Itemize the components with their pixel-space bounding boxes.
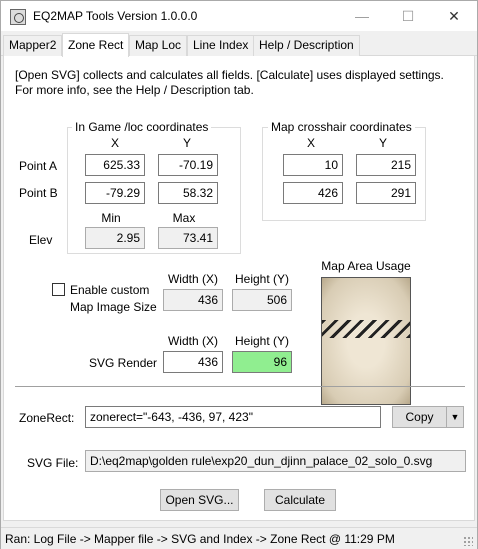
map-image-height-label: Height (Y)	[234, 272, 290, 286]
open-svg-button[interactable]: Open SVG...	[160, 489, 239, 511]
svg-file-field: D:\eq2map\golden rule\exp20_dun_djinn_pa…	[85, 450, 466, 472]
map-image-size-label: Map Image Size	[70, 300, 157, 314]
status-text: Ran: Log File -> Mapper file -> SVG and …	[5, 532, 395, 546]
map-usage-band	[322, 320, 410, 338]
crosshair-a-x-input[interactable]: 10	[283, 154, 343, 176]
svg-render-width-input[interactable]: 436	[163, 351, 223, 373]
svg-render-height-input[interactable]: 96	[232, 351, 292, 373]
zonerect-input[interactable]: zonerect="-643, -436, 97, 423"	[85, 406, 381, 428]
map-image-height-field: 506	[232, 289, 292, 311]
crosshair-col-x: X	[306, 136, 315, 150]
svg-render-label: SVG Render	[89, 356, 158, 370]
window-title: EQ2MAP Tools Version 1.0.0.0	[33, 9, 198, 23]
copy-button[interactable]: Copy	[392, 406, 447, 428]
status-bar: Ran: Log File -> Mapper file -> SVG and …	[1, 527, 477, 549]
info-line-1: [Open SVG] collects and calculates all f…	[15, 68, 444, 82]
tab-map-loc[interactable]: Map Loc	[129, 35, 188, 56]
minimize-button[interactable]: —	[339, 1, 385, 31]
app-icon	[10, 9, 26, 25]
info-line-2: For more info, see the Help / Descriptio…	[15, 83, 254, 97]
map-image-width-label: Width (X)	[167, 272, 218, 286]
elev-max-field: 73.41	[158, 227, 218, 249]
ingame-group-title: In Game /loc coordinates	[72, 120, 212, 134]
svg-file-label: SVG File:	[27, 456, 79, 470]
point-a-label: Point A	[19, 159, 58, 173]
enable-custom-label: Enable custom	[70, 283, 150, 297]
tab-bar: Mapper2 Zone Rect Map Loc Line Index Hel…	[1, 33, 477, 57]
point-a-x-input[interactable]: 625.33	[85, 154, 145, 176]
zonerect-label: ZoneRect:	[19, 411, 75, 425]
point-b-y-input[interactable]: 58.32	[158, 182, 218, 204]
elev-min-field: 2.95	[85, 227, 145, 249]
crosshair-a-y-input[interactable]: 215	[356, 154, 416, 176]
separator-line	[15, 386, 465, 387]
title-bar: EQ2MAP Tools Version 1.0.0.0 — ☐ ✕	[1, 1, 477, 31]
map-image-width-field: 436	[163, 289, 223, 311]
elev-max-label: Max	[172, 211, 196, 225]
map-area-usage-label: Map Area Usage	[321, 259, 411, 273]
svg-render-height-label: Height (Y)	[234, 334, 290, 348]
maximize-button[interactable]: ☐	[385, 1, 431, 31]
app-window: EQ2MAP Tools Version 1.0.0.0 — ☐ ✕ Mappe…	[0, 0, 478, 549]
ingame-col-y: Y	[182, 136, 191, 150]
tab-mapper2[interactable]: Mapper2	[3, 35, 63, 56]
ingame-col-x: X	[110, 136, 119, 150]
crosshair-col-y: Y	[378, 136, 387, 150]
point-a-y-input[interactable]: -70.19	[158, 154, 218, 176]
svg-render-width-label: Width (X)	[167, 334, 218, 348]
tab-zone-rect[interactable]: Zone Rect	[62, 33, 130, 57]
crosshair-b-x-input[interactable]: 426	[283, 182, 343, 204]
tab-line-index[interactable]: Line Index	[187, 35, 255, 56]
copy-dropdown-icon[interactable]: ▼	[446, 406, 464, 428]
close-button[interactable]: ✕	[431, 1, 477, 31]
calculate-button[interactable]: Calculate	[264, 489, 336, 511]
enable-custom-size-checkbox[interactable]	[52, 283, 65, 296]
point-b-label: Point B	[19, 186, 58, 200]
crosshair-b-y-input[interactable]: 291	[356, 182, 416, 204]
tab-help-description[interactable]: Help / Description	[253, 35, 360, 56]
elev-min-label: Min	[101, 211, 121, 225]
resize-grip-icon[interactable]	[463, 536, 473, 546]
elev-label: Elev	[29, 233, 53, 247]
crosshair-group-title: Map crosshair coordinates	[268, 120, 415, 134]
point-b-x-input[interactable]: -79.29	[85, 182, 145, 204]
